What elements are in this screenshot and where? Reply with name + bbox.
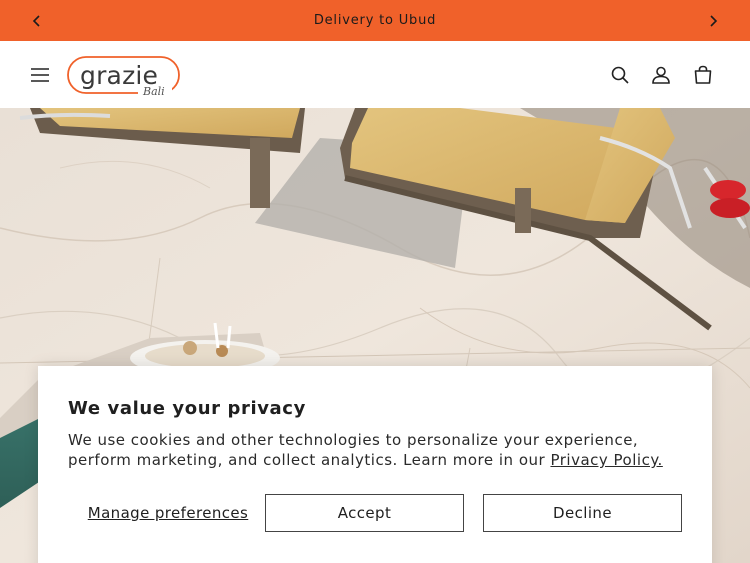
cart-icon: [694, 65, 712, 84]
cart-button[interactable]: [689, 61, 717, 89]
menu-button[interactable]: [26, 61, 54, 89]
accept-button[interactable]: Accept: [265, 494, 464, 532]
chevron-left-icon: [32, 14, 40, 27]
cookie-title: We value your privacy: [68, 398, 306, 419]
cookie-description: We use cookies and other technologies to…: [68, 430, 688, 470]
announcement-text: Delivery to Ubud: [313, 13, 437, 28]
search-icon: [611, 66, 629, 84]
announcement-bar: Delivery to Ubud: [0, 0, 750, 41]
chevron-right-icon: [710, 14, 718, 27]
announcement-next-button[interactable]: [698, 0, 728, 41]
menu-icon: [31, 68, 49, 82]
site-logo[interactable]: grazie Bali: [66, 55, 182, 99]
decline-button[interactable]: Decline: [483, 494, 682, 532]
manage-preferences-button[interactable]: Manage preferences: [68, 494, 268, 532]
grazie-logo-icon: grazie Bali: [67, 56, 180, 99]
announcement-prev-button[interactable]: [22, 0, 52, 41]
cookie-consent-banner: We value your privacy We use cookies and…: [38, 366, 712, 563]
account-button[interactable]: [647, 61, 675, 89]
account-icon: [652, 66, 670, 84]
svg-text:Bali: Bali: [142, 85, 165, 98]
privacy-policy-link[interactable]: Privacy Policy.: [550, 451, 662, 469]
search-button[interactable]: [606, 61, 634, 89]
site-header: grazie Bali: [0, 41, 750, 108]
